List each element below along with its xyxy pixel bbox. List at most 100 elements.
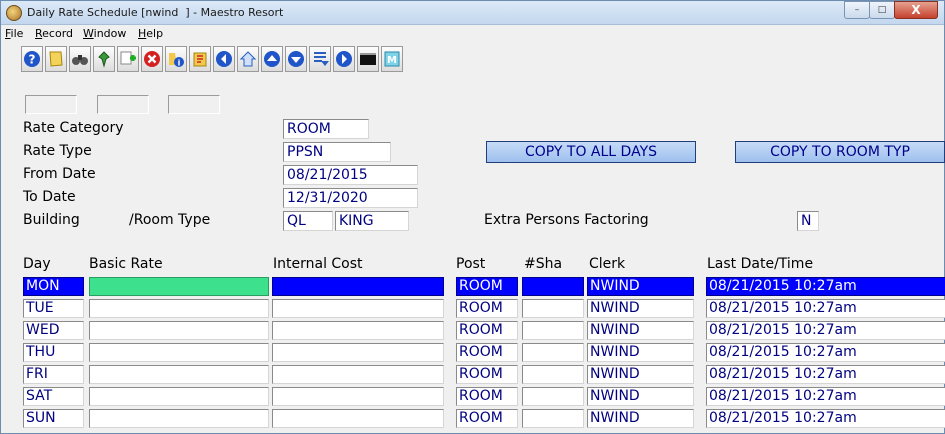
title-bar[interactable]: Daily Rate Schedule [nwind ] - Maestro R… bbox=[1, 1, 944, 25]
post-cell[interactable]: ROOM bbox=[456, 299, 518, 318]
status-box bbox=[25, 95, 77, 114]
status-box bbox=[97, 95, 149, 114]
window-title: Daily Rate Schedule [nwind ] - Maestro R… bbox=[27, 6, 284, 19]
extra-persons-field[interactable]: N bbox=[797, 211, 819, 231]
copy-to-all-days-button[interactable]: COPY TO ALL DAYS bbox=[486, 141, 696, 163]
post-cell[interactable]: ROOM bbox=[456, 343, 518, 362]
internal-cost-cell[interactable] bbox=[272, 343, 444, 362]
sha-cell[interactable] bbox=[522, 321, 584, 340]
rate-schedule-window: Daily Rate Schedule [nwind ] - Maestro R… bbox=[0, 0, 945, 434]
internal-cost-cell[interactable] bbox=[272, 277, 444, 296]
note-icon[interactable] bbox=[45, 46, 67, 72]
flag-icon[interactable] bbox=[189, 46, 211, 72]
col-header-clerk: Clerk bbox=[589, 256, 626, 272]
internal-cost-cell[interactable] bbox=[272, 365, 444, 384]
last-date-time-cell[interactable]: 08/21/2015 10:27am bbox=[706, 321, 945, 340]
maximize-button[interactable]: □ bbox=[869, 1, 895, 19]
menu-record[interactable]: Record bbox=[35, 27, 73, 40]
basic-rate-cell[interactable] bbox=[89, 409, 269, 428]
menu-window[interactable]: Window bbox=[83, 27, 126, 40]
memo-icon[interactable]: M bbox=[381, 46, 403, 72]
basic-rate-cell[interactable] bbox=[89, 321, 269, 340]
building-label: Building bbox=[23, 212, 80, 228]
sha-cell[interactable] bbox=[522, 299, 584, 318]
post-cell[interactable]: ROOM bbox=[456, 387, 518, 406]
last-date-time-cell[interactable]: 08/21/2015 10:27am bbox=[706, 409, 945, 428]
add-icon[interactable] bbox=[117, 46, 139, 72]
forward-icon[interactable] bbox=[333, 46, 355, 72]
internal-cost-cell[interactable] bbox=[272, 387, 444, 406]
menu-file[interactable]: File bbox=[5, 27, 23, 40]
col-header-internal-cost: Internal Cost bbox=[273, 256, 363, 272]
home-icon[interactable] bbox=[237, 46, 259, 72]
internal-cost-cell[interactable] bbox=[272, 409, 444, 428]
last-date-time-cell[interactable]: 08/21/2015 10:27am bbox=[706, 277, 945, 296]
sha-cell[interactable] bbox=[522, 365, 584, 384]
clerk-cell[interactable]: NWIND bbox=[587, 409, 694, 428]
to-date-field[interactable]: 12/31/2020 bbox=[283, 188, 418, 208]
day-cell[interactable]: TUE bbox=[23, 299, 84, 318]
col-header-day: Day bbox=[23, 256, 51, 272]
building-field[interactable]: QL bbox=[283, 211, 333, 231]
day-cell[interactable]: MON bbox=[23, 277, 84, 296]
status-box bbox=[168, 95, 220, 114]
info-icon[interactable]: i bbox=[165, 46, 187, 72]
back-icon[interactable] bbox=[213, 46, 235, 72]
sha-cell[interactable] bbox=[522, 277, 584, 296]
last-date-time-cell[interactable]: 08/21/2015 10:27am bbox=[706, 343, 945, 362]
close-button[interactable]: X bbox=[894, 1, 938, 19]
day-cell[interactable]: FRI bbox=[23, 365, 84, 384]
window-controls: – □ X bbox=[844, 1, 938, 20]
binoculars-icon[interactable] bbox=[69, 46, 91, 72]
minimize-button[interactable]: – bbox=[844, 1, 870, 19]
clerk-cell[interactable]: NWIND bbox=[587, 343, 694, 362]
col-header-basic-rate: Basic Rate bbox=[89, 256, 163, 272]
app-logo-icon bbox=[6, 5, 22, 21]
console-icon[interactable] bbox=[357, 46, 379, 72]
sha-cell[interactable] bbox=[522, 387, 584, 406]
post-cell[interactable]: ROOM bbox=[456, 365, 518, 384]
down-icon[interactable] bbox=[285, 46, 307, 72]
post-cell[interactable]: ROOM bbox=[456, 277, 518, 296]
internal-cost-cell[interactable] bbox=[272, 299, 444, 318]
post-cell[interactable]: ROOM bbox=[456, 321, 518, 340]
clerk-cell[interactable]: NWIND bbox=[587, 365, 694, 384]
last-date-time-cell[interactable]: 08/21/2015 10:27am bbox=[706, 387, 945, 406]
day-cell[interactable]: WED bbox=[23, 321, 84, 340]
col-header-sha: #Sha bbox=[524, 256, 563, 272]
clerk-cell[interactable]: NWIND bbox=[587, 277, 694, 296]
basic-rate-cell[interactable] bbox=[89, 299, 269, 318]
delete-icon[interactable] bbox=[141, 46, 163, 72]
day-cell[interactable]: SUN bbox=[23, 409, 84, 428]
clerk-cell[interactable]: NWIND bbox=[587, 321, 694, 340]
room-type-field[interactable]: KING bbox=[335, 211, 409, 231]
up-icon[interactable] bbox=[261, 46, 283, 72]
basic-rate-cell[interactable] bbox=[89, 277, 269, 296]
sha-cell[interactable] bbox=[522, 343, 584, 362]
basic-rate-cell[interactable] bbox=[89, 343, 269, 362]
rate-type-field[interactable]: PPSN bbox=[283, 142, 391, 162]
menu-help[interactable]: Help bbox=[138, 27, 163, 40]
list-icon[interactable] bbox=[309, 46, 331, 72]
day-cell[interactable]: SAT bbox=[23, 387, 84, 406]
copy-to-room-type-button[interactable]: COPY TO ROOM TYP bbox=[735, 141, 945, 163]
day-cell[interactable]: THU bbox=[23, 343, 84, 362]
basic-rate-cell[interactable] bbox=[89, 365, 269, 384]
last-date-time-cell[interactable]: 08/21/2015 10:27am bbox=[706, 365, 945, 384]
clerk-cell[interactable]: NWIND bbox=[587, 387, 694, 406]
rate-type-label: Rate Type bbox=[23, 143, 92, 159]
post-cell[interactable]: ROOM bbox=[456, 409, 518, 428]
pin-icon[interactable] bbox=[93, 46, 115, 72]
basic-rate-cell[interactable] bbox=[89, 387, 269, 406]
extra-persons-label: Extra Persons Factoring bbox=[484, 212, 649, 228]
svg-text:M: M bbox=[387, 55, 397, 66]
help-icon[interactable]: ? bbox=[21, 46, 43, 72]
room-type-label: /Room Type bbox=[129, 212, 211, 228]
clerk-cell[interactable]: NWIND bbox=[587, 299, 694, 318]
last-date-time-cell[interactable]: 08/21/2015 10:27am bbox=[706, 299, 945, 318]
sha-cell[interactable] bbox=[522, 409, 584, 428]
rate-category-field[interactable]: ROOM bbox=[283, 119, 369, 139]
internal-cost-cell[interactable] bbox=[272, 321, 444, 340]
from-date-field[interactable]: 08/21/2015 bbox=[283, 165, 418, 185]
from-date-label: From Date bbox=[23, 166, 96, 182]
